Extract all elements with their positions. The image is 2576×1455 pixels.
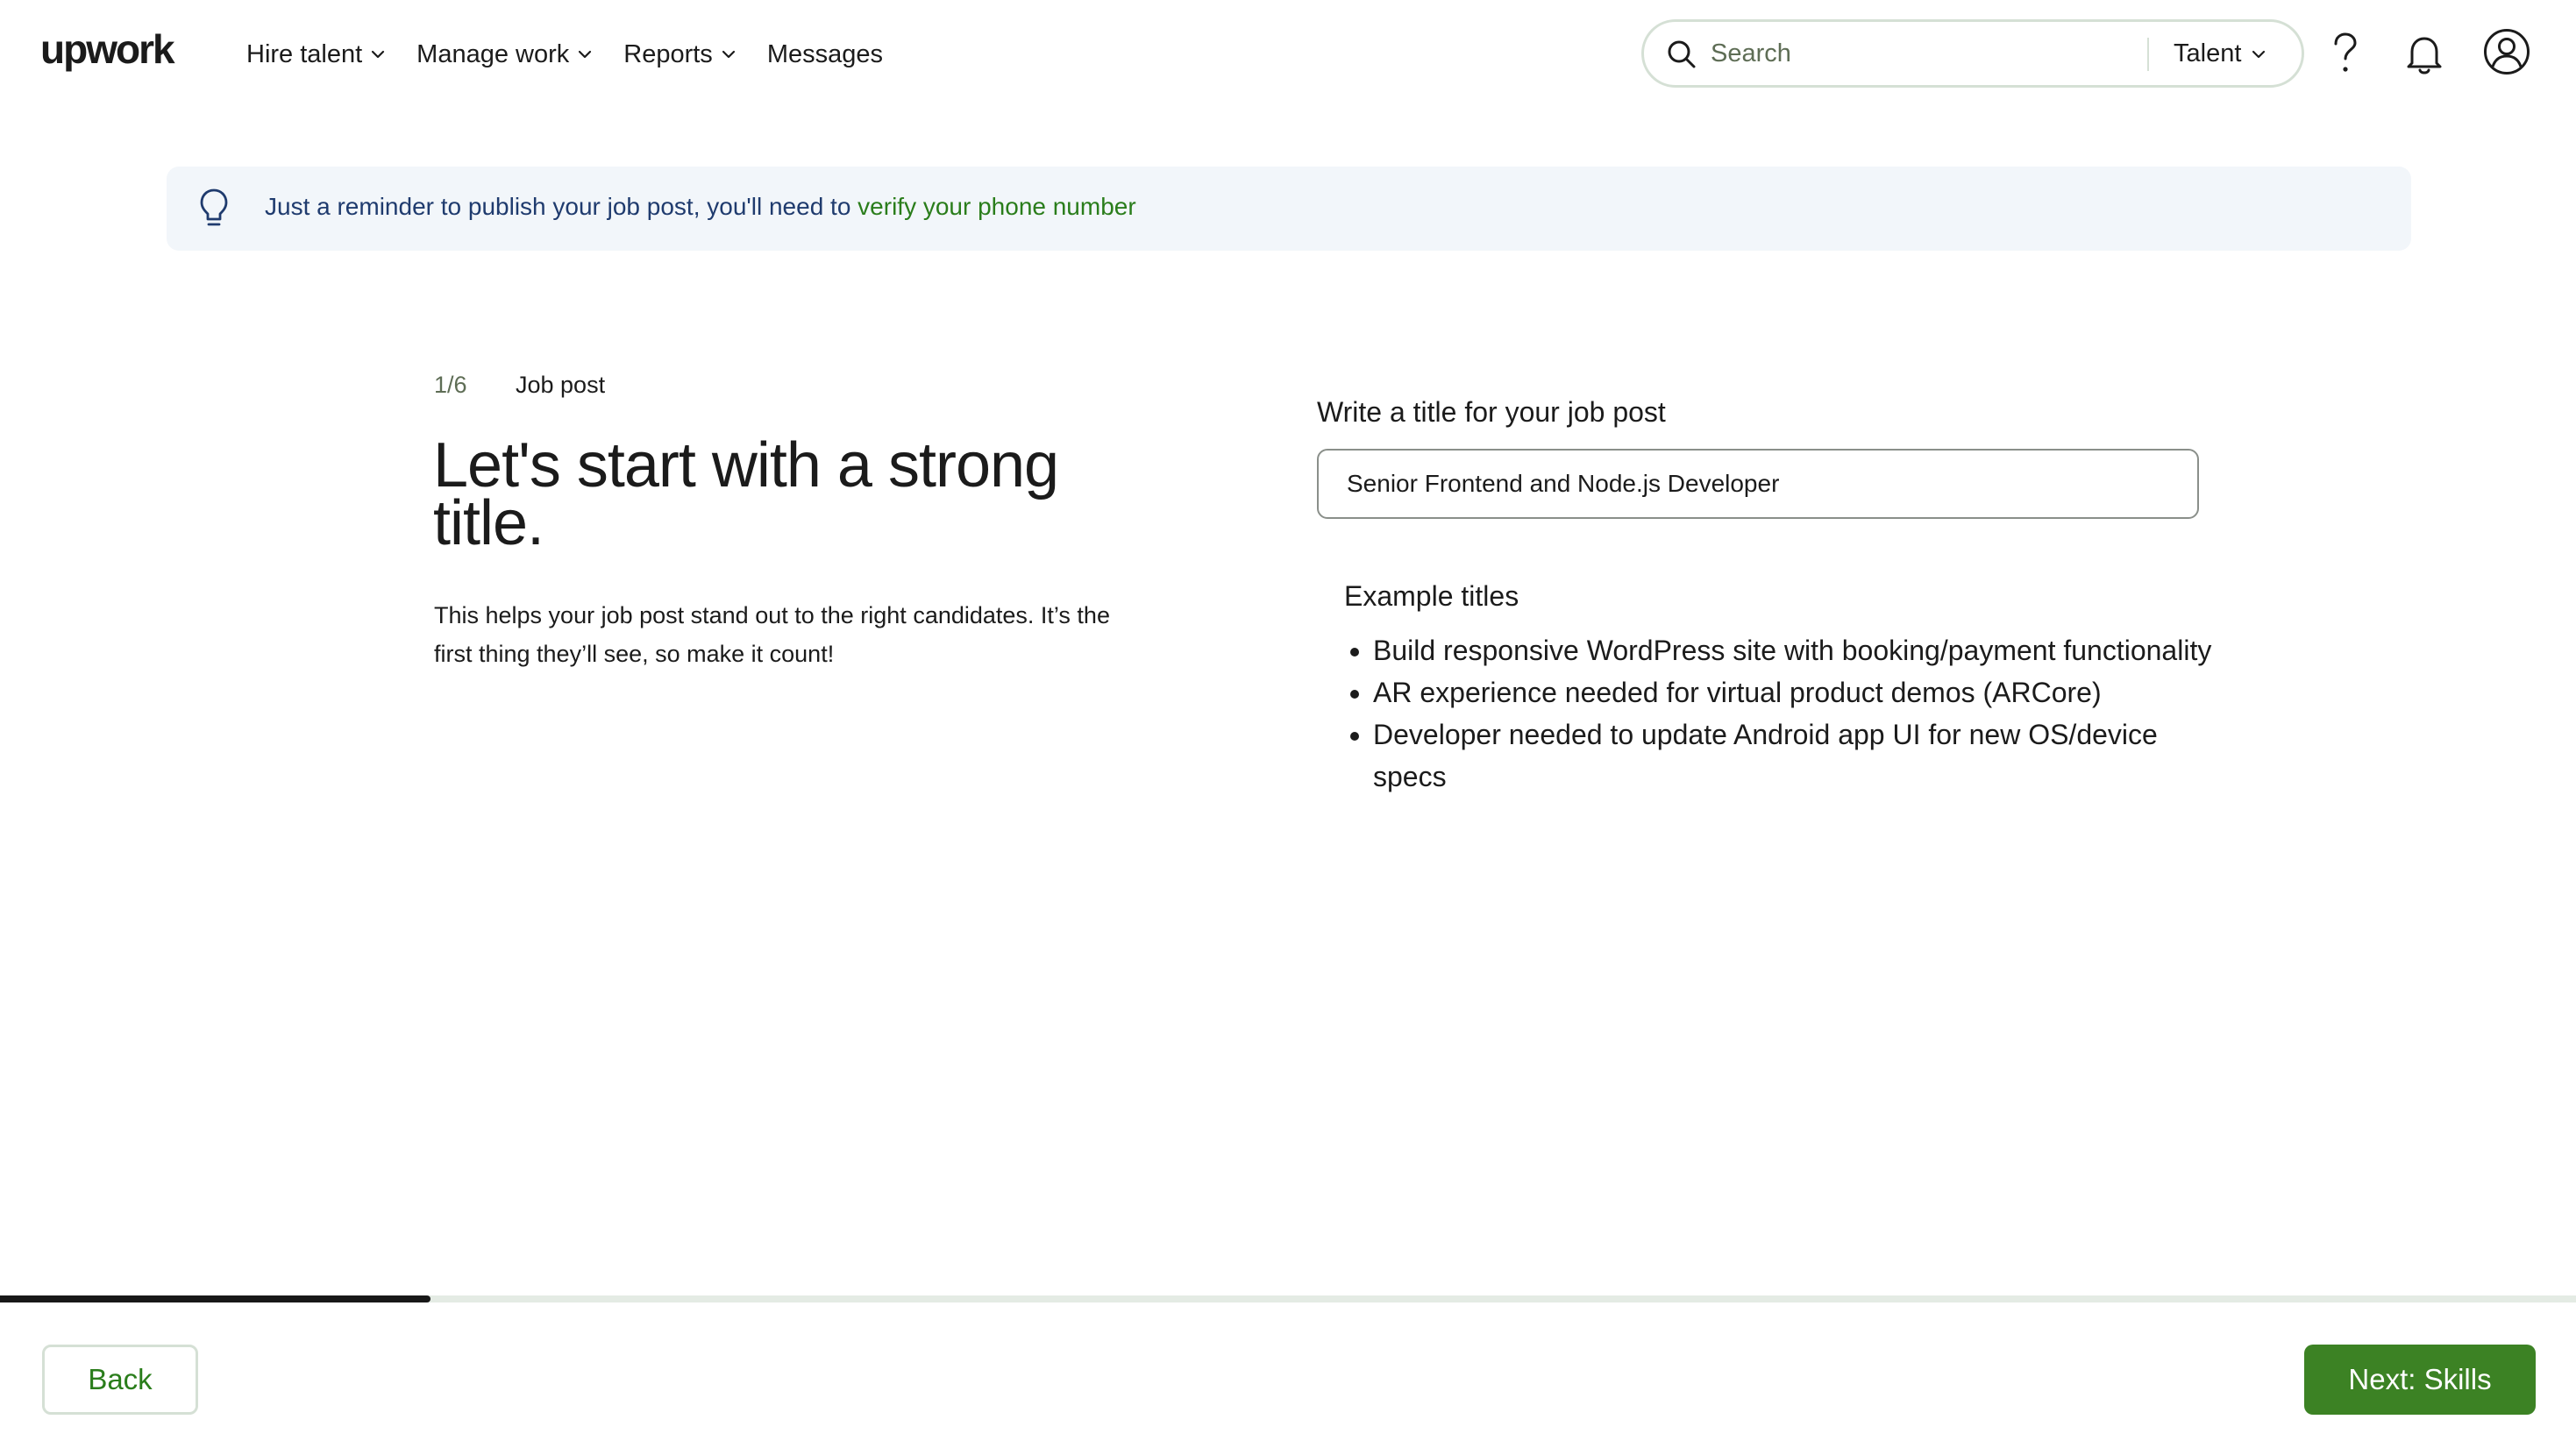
chevron-down-icon (722, 50, 735, 59)
search-scope-label: Talent (2174, 39, 2242, 67)
nav-manage-work-label: Manage work (416, 39, 570, 68)
page-description: This helps your job post stand out to th… (434, 602, 1110, 667)
next-skills-button[interactable]: Next: Skills (2304, 1345, 2536, 1415)
upwork-logo[interactable]: upwork (40, 25, 188, 77)
page-title: Let's start with a strong title. (433, 430, 1059, 558)
nav-messages[interactable]: Messages (767, 40, 883, 69)
bell-icon[interactable] (2404, 33, 2444, 75)
search-scope-dropdown[interactable]: Talent (2174, 39, 2266, 68)
example-titles-list: Build responsive WordPress site with boo… (1345, 629, 2215, 798)
example-titles-heading: Example titles (1344, 580, 1519, 612)
svg-text:upwork: upwork (40, 26, 175, 72)
back-button[interactable]: Back (42, 1345, 198, 1415)
example-title-item: Developer needed to update Android app U… (1373, 713, 2215, 798)
search-input[interactable]: Search (1711, 39, 1791, 68)
progress-bar-fill (0, 1295, 431, 1302)
job-title-label: Write a title for your job post (1317, 396, 1666, 428)
verify-phone-link[interactable]: verify your phone number (857, 193, 1136, 220)
user-avatar-icon[interactable] (2483, 28, 2530, 75)
primary-nav: Hire talent Manage work Reports Messages (246, 33, 914, 75)
banner-text: Just a reminder to publish your job post… (265, 193, 858, 220)
example-title-item: Build responsive WordPress site with boo… (1373, 629, 2215, 671)
nav-messages-label: Messages (766, 39, 883, 68)
nav-hire-talent-label: Hire talent (246, 39, 363, 68)
chevron-down-icon (372, 50, 385, 59)
progress-bar (0, 1295, 2576, 1302)
chevron-down-icon (2252, 50, 2266, 58)
banner-message: Just a reminder to publish your job post… (265, 193, 1136, 221)
search-icon[interactable] (1665, 38, 1698, 71)
lightbulb-icon (200, 188, 228, 226)
nav-reports[interactable]: Reports (623, 40, 736, 69)
nav-reports-label: Reports (623, 39, 713, 68)
nav-manage-work[interactable]: Manage work (416, 40, 592, 69)
phone-verification-reminder-banner: Just a reminder to publish your job post… (167, 167, 2411, 251)
job-title-input[interactable] (1317, 449, 2199, 519)
step-counter: 1/6 (434, 372, 467, 398)
step-name: Job post (516, 372, 606, 398)
top-navigation-bar: upwork Hire talent Manage work Reports M… (0, 0, 2576, 109)
search-divider (2147, 38, 2149, 71)
example-title-item: AR experience needed for virtual product… (1373, 671, 2215, 713)
chevron-down-icon (579, 50, 592, 59)
nav-hire-talent[interactable]: Hire talent (246, 40, 385, 69)
search-bar: Search Talent (1641, 19, 2304, 88)
help-icon[interactable] (2327, 32, 2364, 75)
